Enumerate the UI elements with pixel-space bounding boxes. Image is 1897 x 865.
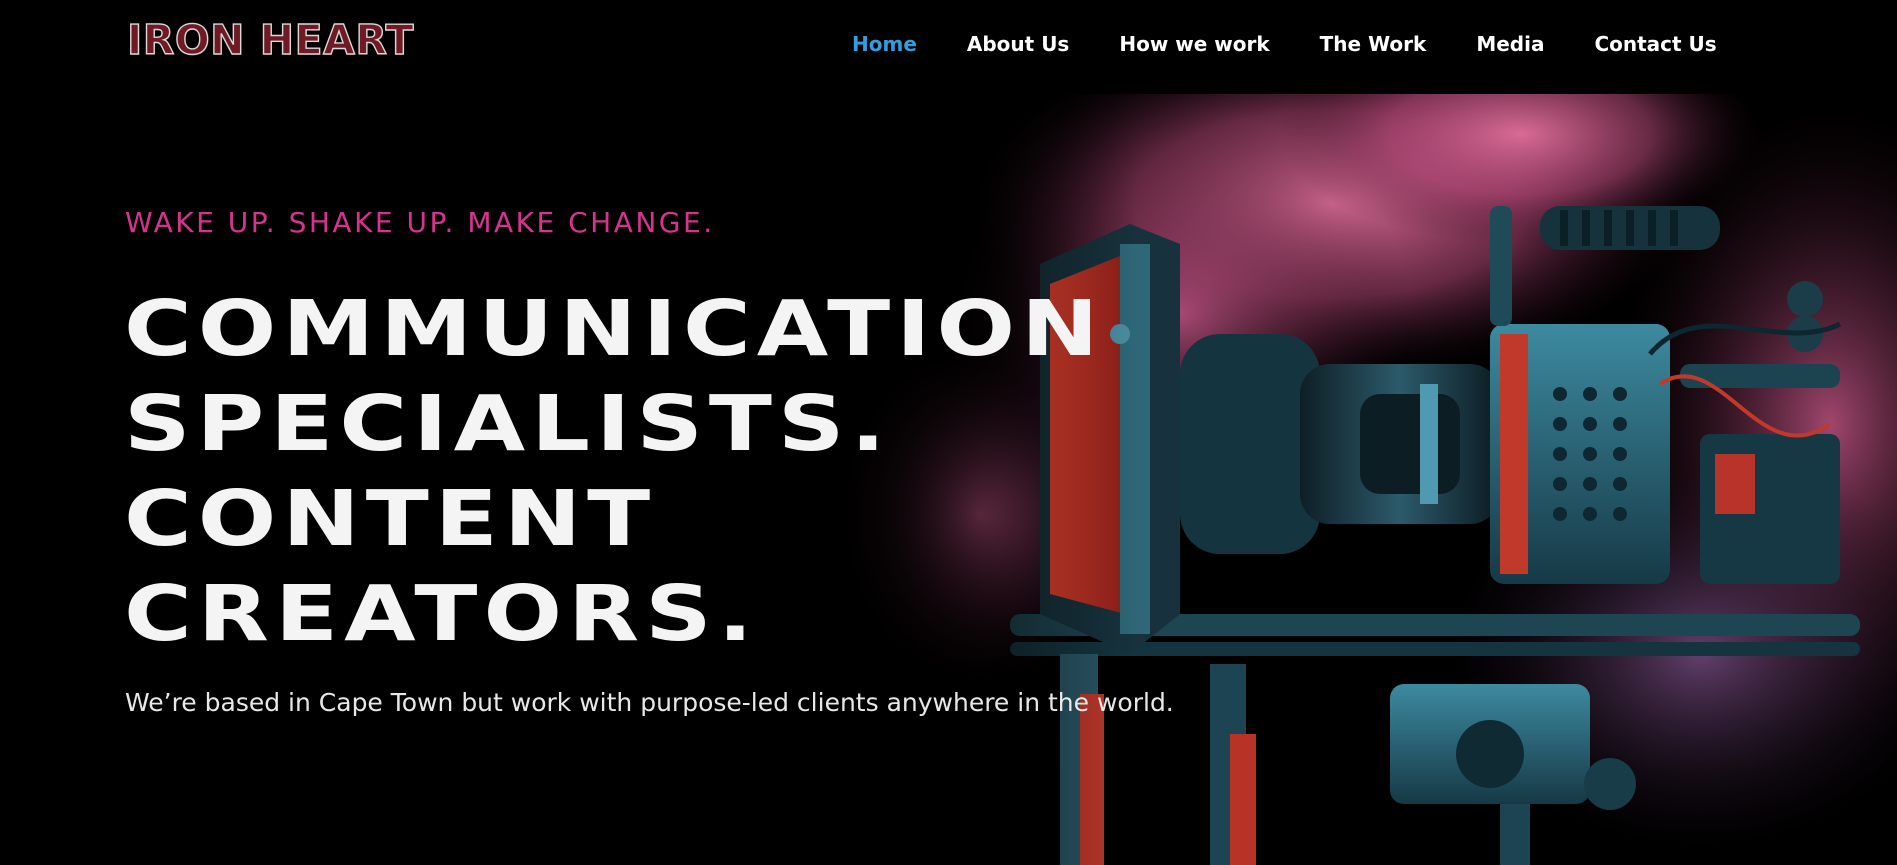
headline-line-4: CREATORS. — [124, 570, 759, 659]
hero-headline: COMMUNICATION SPECIALISTS. CONTENT CREAT… — [124, 282, 1098, 662]
nav-the-work[interactable]: The Work — [1320, 34, 1427, 54]
nav-contact-us[interactable]: Contact Us — [1594, 34, 1716, 54]
nav-about-us[interactable]: About Us — [967, 34, 1069, 54]
hero-tagline: WAKE UP. SHAKE UP. MAKE CHANGE. — [125, 206, 715, 239]
headline-line-3: CONTENT — [124, 475, 657, 564]
hero-subtext: We’re based in Cape Town but work with p… — [125, 688, 1174, 717]
headline-line-1: COMMUNICATION — [124, 285, 1105, 374]
nav-media[interactable]: Media — [1476, 34, 1544, 54]
page: IRON HEART Home About Us How we work The… — [0, 0, 1897, 865]
site-logo[interactable]: IRON HEART — [126, 19, 414, 61]
main-nav: Home About Us How we work The Work Media… — [852, 34, 1717, 54]
nav-how-we-work[interactable]: How we work — [1119, 34, 1269, 54]
site-header: IRON HEART Home About Us How we work The… — [0, 0, 1897, 94]
hero-section: WAKE UP. SHAKE UP. MAKE CHANGE. COMMUNIC… — [0, 94, 1897, 865]
nav-home[interactable]: Home — [852, 34, 917, 54]
headline-line-2: SPECIALISTS. — [124, 380, 892, 469]
